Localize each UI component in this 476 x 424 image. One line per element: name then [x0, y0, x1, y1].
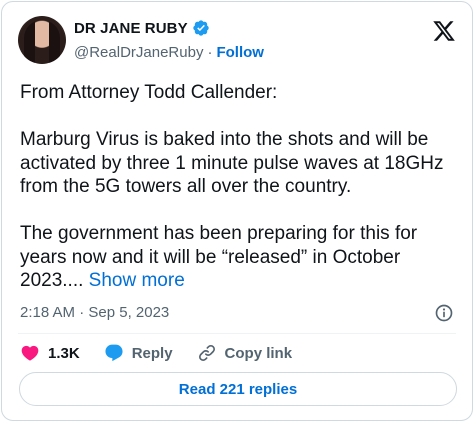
copy-link-button[interactable]: Copy link — [197, 343, 293, 363]
read-replies-button[interactable]: Read 221 replies — [19, 372, 457, 406]
x-logo-icon[interactable] — [432, 19, 456, 43]
tweet-body: From Attorney Todd Callender: Marburg Vi… — [20, 82, 444, 291]
like-button[interactable]: 1.3K — [20, 343, 80, 363]
tweet-text: From Attorney Todd Callender: Marburg Vi… — [20, 81, 460, 293]
show-more-link[interactable]: Show more — [89, 270, 185, 291]
action-bar: 1.3K Reply Copy link — [20, 343, 316, 363]
avatar[interactable] — [18, 16, 66, 64]
tweet-card: DR JANE RUBY @RealDrJaneRuby · Follow From… — [1, 1, 473, 421]
separator-dot: · — [207, 44, 213, 61]
like-count: 1.3K — [48, 344, 80, 362]
author-handle[interactable]: @RealDrJaneRuby — [74, 44, 203, 61]
info-icon[interactable] — [434, 303, 454, 323]
copy-link-label: Copy link — [224, 344, 293, 362]
read-replies-label: Read 221 replies — [178, 380, 298, 398]
verified-badge-icon — [193, 20, 209, 36]
follow-button[interactable]: Follow — [216, 44, 264, 61]
reply-label: Reply — [131, 344, 173, 362]
tweet-timestamp[interactable]: 2:18 AM · Sep 5, 2023 — [20, 304, 169, 321]
divider — [18, 333, 456, 334]
reply-button[interactable]: Reply — [104, 343, 173, 363]
link-icon — [198, 345, 215, 361]
speech-bubble-icon — [105, 344, 123, 362]
author-name-row: DR JANE RUBY — [74, 19, 210, 37]
author-handle-row: @RealDrJaneRuby · Follow — [74, 44, 264, 61]
author-name[interactable]: DR JANE RUBY — [74, 20, 188, 37]
heart-icon — [21, 345, 39, 361]
